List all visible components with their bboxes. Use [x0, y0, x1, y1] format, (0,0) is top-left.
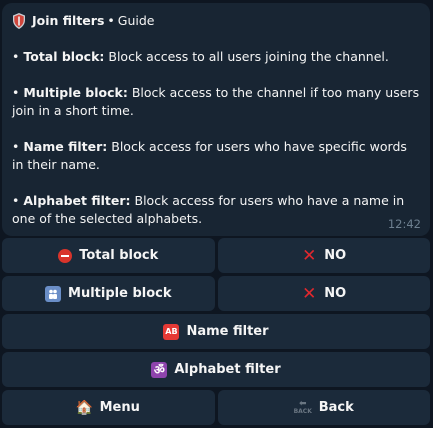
message-time: 12:42	[387, 217, 421, 231]
button-label: Alphabet filter	[174, 362, 281, 377]
no-entry-icon	[58, 248, 73, 263]
message-bubble: Join filters • Guide • Total block: Bloc…	[2, 3, 430, 236]
message-subtitle: Guide	[117, 13, 155, 28]
guide-term: Total block:	[23, 49, 105, 64]
guide-item-alphabet-filter: • Alphabet filter: Block access for user…	[12, 192, 420, 228]
name-filter-button[interactable]: AB Name filter	[2, 314, 430, 349]
ab-button-icon: AB	[163, 323, 180, 340]
button-label: NO	[324, 286, 347, 301]
menu-button[interactable]: 🏠 Menu	[2, 390, 215, 425]
people-icon	[45, 285, 62, 302]
back-arrow-icon: ⬅ BACK	[293, 399, 312, 416]
om-icon: ॐ	[151, 361, 168, 378]
multiple-block-toggle-button[interactable]: ✕ NO	[217, 276, 430, 311]
back-icon-text: BACK	[293, 408, 312, 415]
title-separator: •	[107, 13, 115, 28]
keyboard-row-5: 🏠 Menu ⬅ BACK Back	[2, 390, 430, 425]
button-label: Total block	[79, 248, 159, 263]
button-label: Multiple block	[68, 286, 172, 301]
guide-item-total-block: • Total block: Block access to all users…	[12, 48, 420, 66]
keyboard-row-2: Multiple block ✕ NO	[2, 276, 430, 311]
message-title: Join filters	[32, 13, 105, 28]
house-icon: 🏠	[75, 399, 94, 416]
alphabet-filter-button[interactable]: ॐ Alphabet filter	[2, 352, 430, 387]
message-header: Join filters • Guide	[12, 12, 420, 30]
guide-term: Alphabet filter:	[23, 193, 131, 208]
bullet: •	[12, 49, 20, 64]
button-label: NO	[324, 248, 347, 263]
bullet: •	[12, 85, 20, 100]
total-block-button[interactable]: Total block	[2, 238, 215, 273]
button-label: Back	[318, 400, 354, 415]
guide-item-name-filter: • Name filter: Block access for users wh…	[12, 138, 420, 174]
multiple-block-button[interactable]: Multiple block	[2, 276, 215, 311]
bullet: •	[12, 139, 20, 154]
cross-mark-icon: ✕	[302, 283, 317, 304]
keyboard-row-3: AB Name filter	[2, 314, 430, 349]
cross-mark-icon: ✕	[302, 245, 317, 266]
total-block-toggle-button[interactable]: ✕ NO	[217, 238, 430, 273]
button-label: Name filter	[186, 324, 269, 339]
bullet: •	[12, 193, 20, 208]
keyboard-row-4: ॐ Alphabet filter	[2, 352, 430, 387]
shield-icon	[12, 13, 26, 29]
guide-item-multiple-block: • Multiple block: Block access to the ch…	[12, 84, 420, 120]
back-button[interactable]: ⬅ BACK Back	[217, 390, 430, 425]
button-label: Menu	[99, 400, 140, 415]
guide-desc: Block access to all users joining the ch…	[104, 49, 389, 64]
guide-term: Name filter:	[23, 139, 108, 154]
guide-term: Multiple block:	[23, 85, 128, 100]
keyboard-row-1: Total block ✕ NO	[2, 238, 430, 273]
